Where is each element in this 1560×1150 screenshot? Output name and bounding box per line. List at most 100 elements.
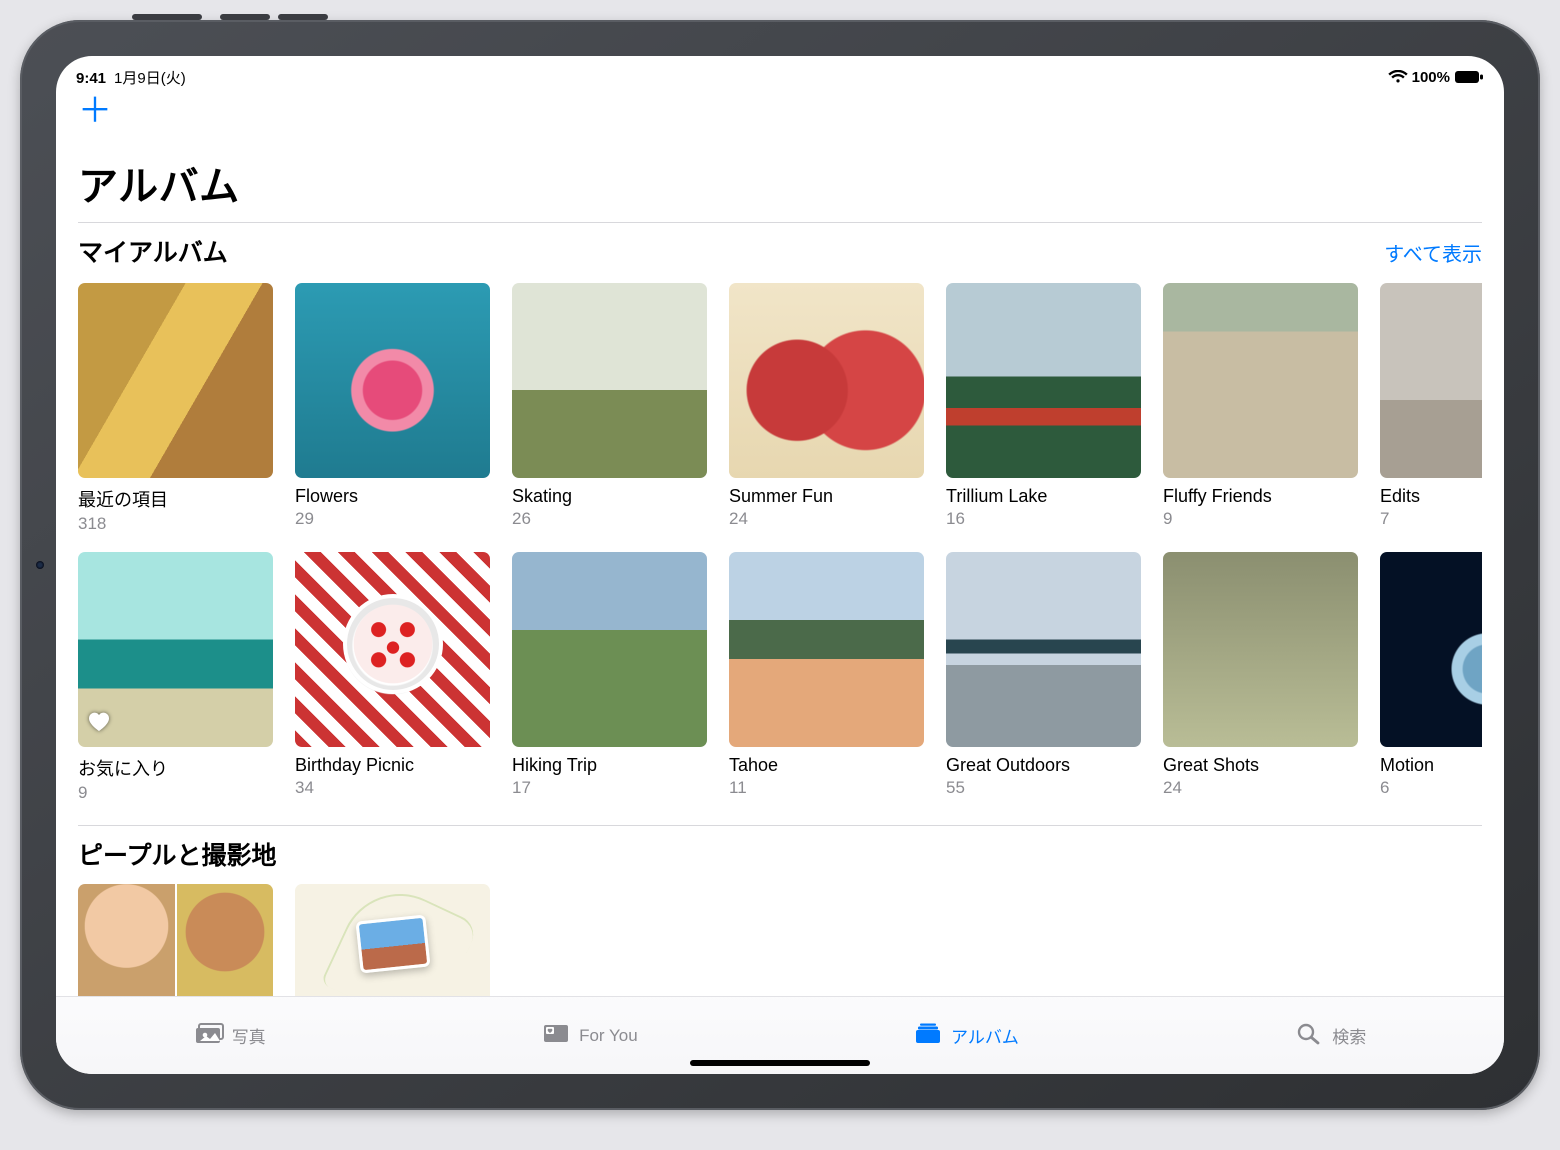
album-count: 9 — [78, 783, 273, 803]
albums-icon — [913, 1021, 943, 1050]
album-count: 29 — [295, 509, 490, 529]
album-flowers[interactable]: Flowers 29 — [295, 283, 490, 534]
album-title: Hiking Trip — [512, 755, 707, 776]
album-summer-fun[interactable]: Summer Fun 24 — [729, 283, 924, 534]
album-count: 24 — [729, 509, 924, 529]
tab-bar: 写真 For You アルバム 検索 — [56, 996, 1504, 1074]
volume-up-button — [220, 14, 270, 20]
add-album-button[interactable]: ＋ — [78, 94, 1482, 128]
divider — [78, 222, 1482, 223]
search-icon — [1294, 1021, 1324, 1050]
content[interactable]: マイアルバム すべて表示 最近の項目 318 Flowers 29 Skatin… — [56, 212, 1504, 996]
tab-for-you[interactable]: For You — [541, 1021, 638, 1050]
album-row-2: お気に入り 9 Birthday Picnic 34 Hiking Trip 1… — [78, 552, 1482, 803]
album-favorites[interactable]: お気に入り 9 — [78, 552, 273, 803]
album-thumb — [78, 283, 273, 478]
front-camera — [36, 561, 44, 569]
album-title: Flowers — [295, 486, 490, 507]
album-count: 55 — [946, 778, 1141, 798]
divider — [78, 825, 1482, 826]
album-thumb — [295, 552, 490, 747]
album-title: Great Outdoors — [946, 755, 1141, 776]
album-title: Tahoe — [729, 755, 924, 776]
album-thumb — [729, 552, 924, 747]
album-fluffy-friends[interactable]: Fluffy Friends 9 — [1163, 283, 1358, 534]
album-count: 318 — [78, 514, 273, 534]
album-title: Edits — [1380, 486, 1482, 507]
album-thumb — [946, 552, 1141, 747]
album-thumb — [729, 283, 924, 478]
album-count: 24 — [1163, 778, 1358, 798]
people-places-row — [78, 884, 1482, 996]
album-great-outdoors[interactable]: Great Outdoors 55 — [946, 552, 1141, 803]
tab-label: For You — [579, 1026, 638, 1046]
for-you-icon — [541, 1021, 571, 1050]
tab-photos[interactable]: 写真 — [194, 1021, 266, 1050]
tab-label: 検索 — [1332, 1023, 1366, 1048]
album-great-shots[interactable]: Great Shots 24 — [1163, 552, 1358, 803]
album-count: 6 — [1380, 778, 1482, 798]
section-people-places-title: ピープルと撮影地 — [78, 836, 277, 872]
album-birthday-picnic[interactable]: Birthday Picnic 34 — [295, 552, 490, 803]
album-tahoe[interactable]: Tahoe 11 — [729, 552, 924, 803]
battery-percent: 100% — [1412, 69, 1450, 86]
album-thumb — [512, 552, 707, 747]
wifi-icon — [1388, 70, 1408, 84]
section-my-albums-header: マイアルバム すべて表示 — [78, 233, 1482, 269]
home-indicator[interactable] — [690, 1060, 870, 1066]
album-count: 9 — [1163, 509, 1358, 529]
album-title: Skating — [512, 486, 707, 507]
volume-down-button — [278, 14, 328, 20]
map-pin-icon — [355, 914, 430, 973]
album-title: Birthday Picnic — [295, 755, 490, 776]
page-title: アルバム — [78, 154, 1482, 212]
nav-bar: ＋ アルバム — [56, 84, 1504, 212]
album-thumb — [78, 552, 273, 747]
album-hiking-trip[interactable]: Hiking Trip 17 — [512, 552, 707, 803]
album-count: 34 — [295, 778, 490, 798]
photos-icon — [194, 1021, 224, 1050]
album-count: 16 — [946, 509, 1141, 529]
album-edits[interactable]: Edits 7 — [1380, 283, 1482, 534]
album-title: 最近の項目 — [78, 486, 273, 512]
album-title: Motion — [1380, 755, 1482, 776]
album-thumb — [1163, 283, 1358, 478]
album-motion[interactable]: Motion 6 — [1380, 552, 1482, 803]
album-people[interactable] — [78, 884, 273, 996]
album-count: 7 — [1380, 509, 1482, 529]
tab-search[interactable]: 検索 — [1294, 1021, 1366, 1050]
face-thumb — [177, 884, 274, 996]
screen: 9:41 1月9日(火) 100% ＋ アルバム マイアルバム — [56, 56, 1504, 1074]
heart-icon — [88, 712, 110, 737]
section-people-places-header: ピープルと撮影地 — [78, 836, 1482, 872]
album-skating[interactable]: Skating 26 — [512, 283, 707, 534]
status-bar: 9:41 1月9日(火) 100% — [56, 56, 1504, 84]
album-thumb — [1163, 552, 1358, 747]
album-thumb — [1380, 283, 1482, 478]
album-places[interactable] — [295, 884, 490, 996]
album-count: 17 — [512, 778, 707, 798]
album-trillium-lake[interactable]: Trillium Lake 16 — [946, 283, 1141, 534]
album-thumb — [295, 283, 490, 478]
ipad-frame: 9:41 1月9日(火) 100% ＋ アルバム マイアルバム — [20, 20, 1540, 1110]
battery-icon — [1454, 70, 1484, 84]
face-thumb — [78, 884, 175, 996]
album-title: Fluffy Friends — [1163, 486, 1358, 507]
album-thumb — [512, 283, 707, 478]
album-title: Great Shots — [1163, 755, 1358, 776]
tab-albums[interactable]: アルバム — [913, 1021, 1019, 1050]
album-count: 26 — [512, 509, 707, 529]
sleep-button — [132, 14, 202, 20]
album-title: Trillium Lake — [946, 486, 1141, 507]
album-count: 11 — [729, 778, 924, 798]
album-recents[interactable]: 最近の項目 318 — [78, 283, 273, 534]
album-title: Summer Fun — [729, 486, 924, 507]
album-row-1: 最近の項目 318 Flowers 29 Skating 26 Summer F… — [78, 283, 1482, 534]
section-my-albums-title: マイアルバム — [78, 233, 228, 269]
album-title: お気に入り — [78, 755, 273, 781]
see-all-link[interactable]: すべて表示 — [1384, 238, 1482, 267]
tab-label: アルバム — [951, 1023, 1019, 1048]
tab-label: 写真 — [232, 1023, 266, 1048]
album-thumb — [946, 283, 1141, 478]
album-thumb — [1380, 552, 1482, 747]
